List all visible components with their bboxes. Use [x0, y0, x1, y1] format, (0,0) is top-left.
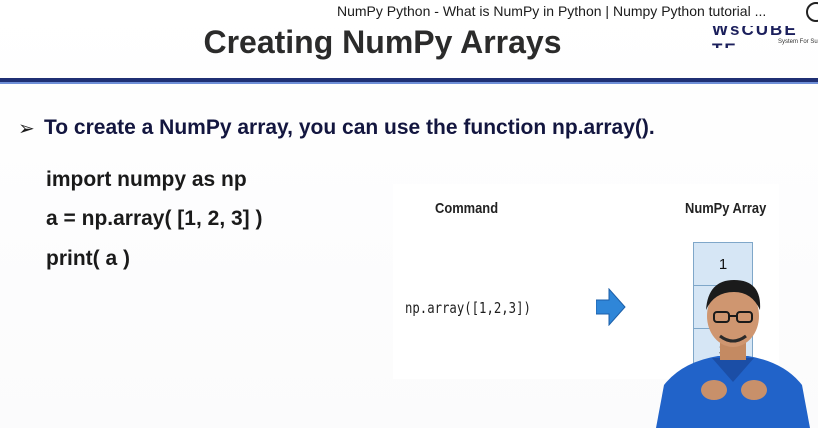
slide-title: Creating NumPy Arrays	[203, 24, 562, 60]
video-title[interactable]: NumPy Python - What is NumPy in Python |…	[337, 3, 807, 21]
presenter-video	[656, 280, 810, 428]
more-options-icon[interactable]	[806, 2, 818, 22]
logo-tagline: System For Su	[778, 39, 818, 45]
video-frame[interactable]: NumPy Python - What is NumPy in Python |…	[0, 0, 818, 428]
command-header: Command	[435, 200, 499, 217]
right-arrow-icon	[596, 288, 626, 326]
code-line-import: import numpy as np	[46, 168, 247, 191]
bullet-point: ➢ To create a NumPy array, you can use t…	[18, 114, 655, 142]
bullet-text: To create a NumPy array, you can use the…	[44, 116, 655, 139]
code-line-assign: a = np.array( [1, 2, 3] )	[46, 207, 263, 230]
brand-logo: WsCUBE TE System For Su	[712, 26, 818, 48]
numpy-array-header: NumPy Array	[685, 200, 767, 217]
title-divider-accent	[0, 82, 818, 84]
code-line-print: print( a )	[46, 247, 130, 270]
bullet-arrow-icon: ➢	[18, 117, 35, 140]
command-code: np.array([1,2,3])	[405, 299, 531, 317]
